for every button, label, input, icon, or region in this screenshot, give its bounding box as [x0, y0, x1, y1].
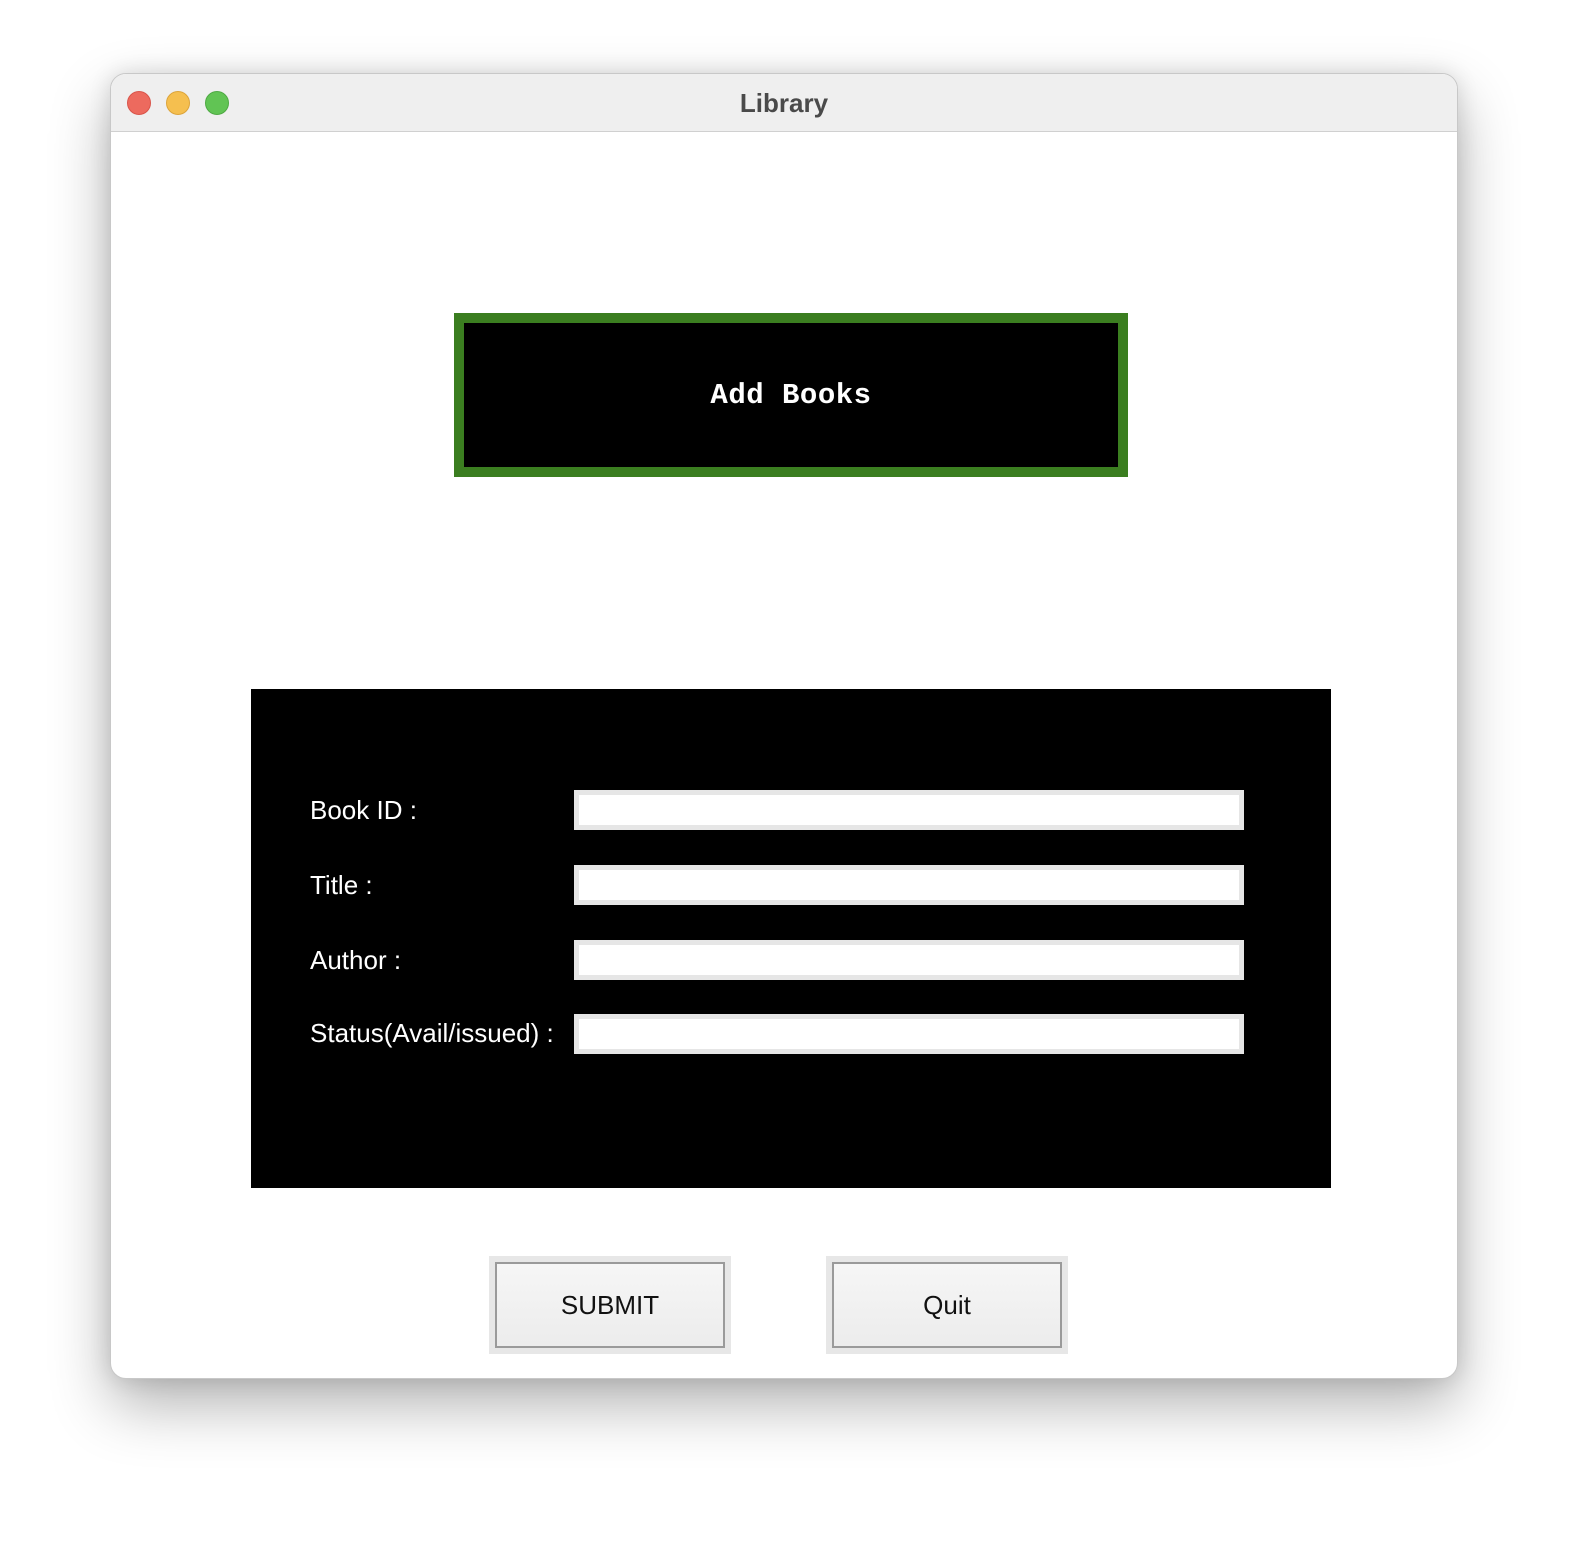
book-id-input[interactable] — [574, 790, 1244, 830]
submit-button[interactable]: SUBMIT — [495, 1262, 725, 1348]
quit-button-frame: Quit — [826, 1256, 1068, 1354]
book-id-label: Book ID : — [310, 795, 417, 825]
title-bar: Library — [111, 74, 1457, 132]
window-content: Add Books Book ID : Title : Author : Sta… — [117, 132, 1451, 1372]
submit-button-frame: SUBMIT — [489, 1256, 731, 1354]
page-heading: Add Books — [710, 378, 872, 412]
author-label: Author : — [310, 945, 402, 975]
window-title: Library — [739, 88, 829, 118]
title-label: Title : — [310, 870, 373, 900]
quit-button[interactable]: Quit — [832, 1262, 1062, 1348]
status-label: Status(Avail/issued) : — [310, 1018, 554, 1048]
status-input[interactable] — [574, 1014, 1244, 1054]
author-input[interactable] — [574, 940, 1244, 980]
title-input[interactable] — [574, 865, 1244, 905]
heading-frame: Add Books — [454, 313, 1128, 477]
book-form-panel: Book ID : Title : Author : Status(Avail/… — [251, 689, 1331, 1188]
library-window: Library Add Books Book ID : Title : Auth… — [110, 73, 1458, 1379]
